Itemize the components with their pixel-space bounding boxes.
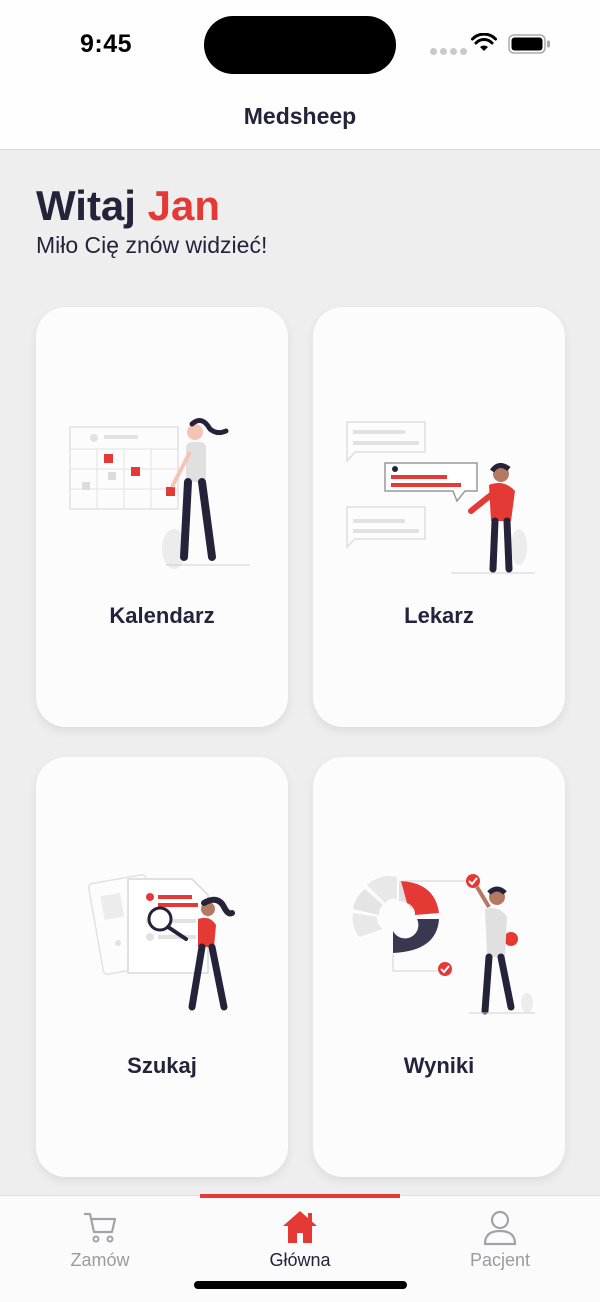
app-title: Medsheep bbox=[243, 103, 357, 129]
wifi-icon bbox=[471, 33, 497, 51]
card-label: Kalendarz bbox=[109, 603, 215, 628]
card-lekarz[interactable]: Lekarz bbox=[313, 307, 565, 727]
card-label: Lekarz bbox=[404, 603, 474, 628]
tab-glowna[interactable]: Główna bbox=[200, 1196, 400, 1276]
card-kalendarz[interactable]: Kalendarz bbox=[36, 307, 288, 727]
search-documents-illustration bbox=[87, 874, 235, 1011]
status-bar: 9:45 bbox=[0, 0, 600, 90]
card-szukaj[interactable]: Szukaj bbox=[36, 757, 288, 1177]
greeting-subtitle: Miło Cię znów widzieć! bbox=[36, 232, 268, 258]
greeting-heading: Witaj Jan bbox=[36, 182, 220, 230]
doctor-chat-illustration bbox=[346, 421, 535, 574]
user-name: Jan bbox=[147, 182, 221, 229]
tab-label: Główna bbox=[269, 1250, 331, 1270]
tab-label: Pacjent bbox=[469, 1250, 531, 1270]
person-icon bbox=[483, 1210, 517, 1246]
tab-zamow[interactable]: Zamów bbox=[0, 1196, 200, 1276]
cart-icon bbox=[84, 1212, 117, 1243]
status-time: 9:45 bbox=[80, 30, 133, 58]
tab-label: Zamów bbox=[70, 1250, 130, 1270]
greeting-hello: Witaj bbox=[36, 182, 136, 229]
card-label: Wyniki bbox=[403, 1053, 475, 1078]
cellular-signal-icon bbox=[430, 42, 470, 60]
dynamic-island bbox=[204, 16, 396, 74]
results-chart-illustration bbox=[352, 874, 535, 1015]
card-wyniki[interactable]: Wyniki bbox=[313, 757, 565, 1177]
card-label: Szukaj bbox=[127, 1053, 197, 1078]
battery-icon bbox=[508, 34, 550, 54]
tab-pacjent[interactable]: Pacjent bbox=[400, 1196, 600, 1276]
home-icon bbox=[283, 1211, 317, 1243]
home-indicator[interactable] bbox=[194, 1281, 407, 1289]
navigation-bar: Medsheep bbox=[0, 90, 600, 150]
calendar-illustration bbox=[69, 418, 250, 569]
